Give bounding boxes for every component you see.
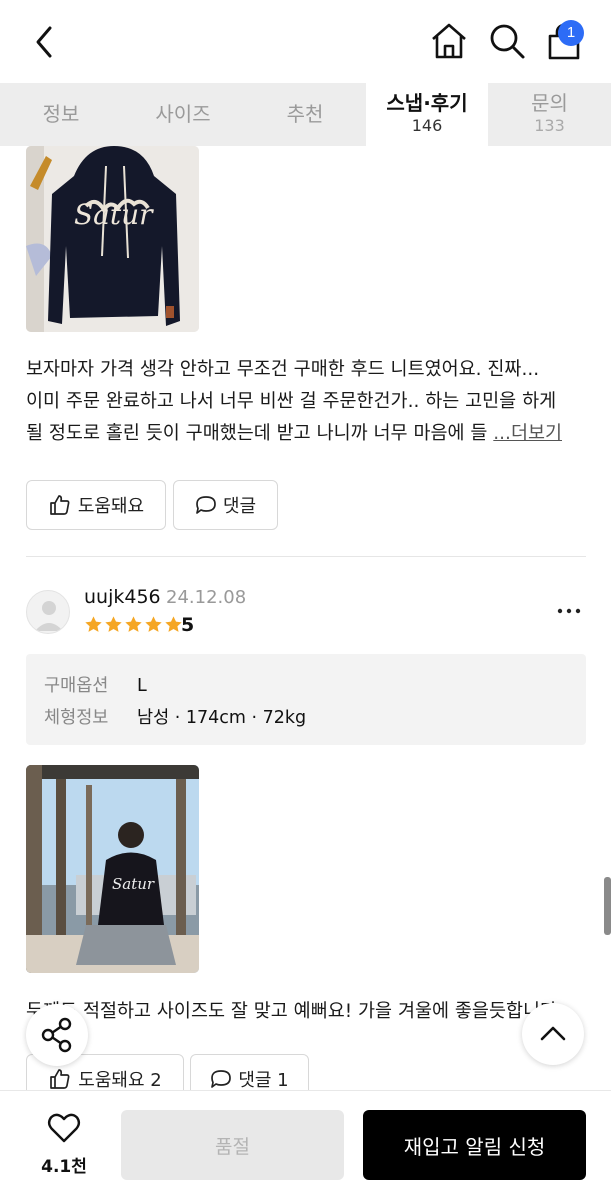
cart-count-badge: 1	[558, 20, 584, 46]
snap-photo-image: Satur	[26, 765, 199, 973]
rating-value: 5	[181, 614, 195, 636]
review-date: 24.12.08	[166, 587, 247, 608]
body-info-key: 체형정보	[44, 708, 109, 728]
thumbs-up-icon	[50, 1069, 70, 1089]
purchase-option-key: 구매옵션	[44, 676, 109, 696]
soldout-button: 품절	[121, 1110, 344, 1180]
review-text-line-content: 될 정도로 홀린 듯이 구매했는데 받고 나니까 너무 마음에 들	[26, 423, 494, 444]
body-info-value: 남성 · 174cm · 72kg	[137, 708, 307, 728]
more-options-icon[interactable]	[556, 598, 582, 624]
avatar[interactable]	[26, 590, 70, 634]
tab-inquiry[interactable]: 문의 133	[488, 83, 611, 146]
tab-snap-review[interactable]: 스냅·후기 146	[366, 83, 488, 146]
scroll-to-top-button[interactable]	[522, 1003, 584, 1065]
tab-label: 스냅·후기	[386, 91, 468, 115]
review-text: 보자마자 가격 생각 안하고 무조건 구매한 후드 니트였어요. 진짜... 이…	[26, 354, 586, 450]
share-button[interactable]	[26, 1004, 88, 1066]
comment-button[interactable]: 댓글	[173, 480, 278, 530]
tab-label: 사이즈	[155, 102, 211, 126]
comment-label: 댓글 1	[238, 1070, 289, 1091]
read-more-link[interactable]: ...더보기	[493, 423, 562, 444]
like-button[interactable]	[36, 1112, 92, 1148]
helpful-button[interactable]: 도움돼요	[26, 480, 166, 530]
star-icon	[125, 616, 142, 632]
top-bar: 1	[0, 0, 611, 83]
default-avatar-icon	[35, 601, 63, 631]
tab-label: 정보	[42, 102, 80, 126]
tab-count: 133	[534, 116, 565, 135]
chevron-left-icon[interactable]	[28, 22, 64, 62]
heart-icon	[47, 1113, 81, 1143]
tab-count: 146	[411, 116, 443, 135]
speech-bubble-icon	[196, 496, 216, 514]
search-icon[interactable]	[486, 20, 528, 62]
restock-alert-button[interactable]: 재입고 알림 신청	[363, 1110, 586, 1180]
purchase-option-row: 구매옵션 L	[44, 672, 147, 697]
hoodie-photo-image: Satur	[26, 146, 199, 332]
share-icon	[41, 1017, 72, 1053]
tab-size[interactable]: 사이즈	[122, 83, 244, 146]
review-photo[interactable]: Satur	[26, 765, 199, 973]
purchase-info-box: 구매옵션 L 체형정보 남성 · 174cm · 72kg	[26, 654, 586, 745]
home-icon[interactable]	[428, 20, 470, 62]
reviewer-username[interactable]: uujk456	[84, 586, 161, 608]
review-text-line: 보자마자 가격 생각 안하고 무조건 구매한 후드 니트였어요. 진짜...	[26, 359, 540, 380]
body-info-row: 체형정보 남성 · 174cm · 72kg	[44, 704, 306, 729]
thumbs-up-icon	[50, 495, 70, 515]
review-text-line: 될 정도로 홀린 듯이 구매했는데 받고 나니까 너무 마음에 들 ...더보기	[26, 418, 586, 450]
star-rating	[84, 615, 183, 634]
star-icon	[145, 616, 162, 632]
tab-label: 추천	[286, 102, 324, 126]
helpful-label: 도움돼요 2	[78, 1070, 162, 1091]
tab-recommend[interactable]: 추천	[244, 83, 366, 146]
like-count: 4.1천	[41, 1157, 87, 1177]
tab-info[interactable]: 정보	[0, 83, 122, 146]
chevron-up-icon	[540, 1026, 566, 1041]
svg-text:Satur: Satur	[74, 198, 154, 231]
scrollbar[interactable]	[604, 877, 611, 935]
review-text-line: 이미 주문 완료하고 나서 너무 비싼 걸 주문한건가.. 하는 고민을 하게	[26, 391, 557, 412]
star-icon	[105, 616, 122, 632]
review-text: 두께도 적절하고 사이즈도 잘 맞고 예뻐요! 가을 겨울에 좋을듯합니다	[26, 1001, 558, 1022]
purchase-option-value: L	[137, 676, 147, 696]
tab-label: 문의	[531, 91, 568, 115]
speech-bubble-icon	[211, 1070, 232, 1088]
comment-label: 댓글	[222, 496, 257, 517]
review-divider	[26, 556, 586, 557]
helpful-label: 도움돼요	[77, 496, 145, 517]
review-photo[interactable]: Satur	[26, 146, 199, 332]
star-icon	[85, 616, 102, 632]
tab-bar: 정보 사이즈 추천 스냅·후기 146 문의 133	[0, 83, 611, 146]
svg-text:Satur: Satur	[112, 875, 155, 893]
